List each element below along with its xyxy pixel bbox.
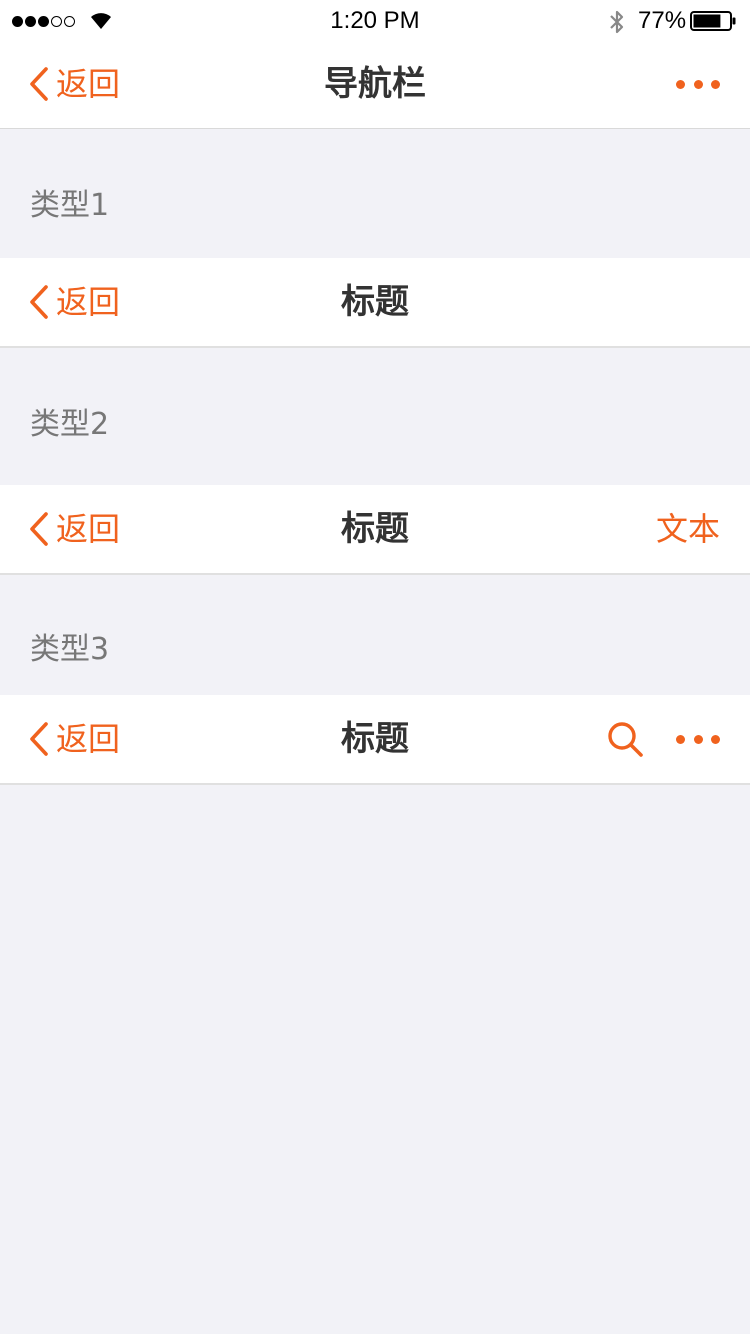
back-label: 返回 bbox=[56, 510, 121, 548]
navbar-title: 标题 bbox=[341, 282, 409, 322]
section-label-type1: 类型1 bbox=[30, 188, 110, 223]
navbar-example-type1: 返回 标题 bbox=[0, 258, 750, 348]
status-bar: 1:20 PM 77% bbox=[0, 0, 750, 40]
chevron-left-icon bbox=[30, 285, 48, 319]
section-label-type3: 类型3 bbox=[30, 632, 110, 667]
back-label: 返回 bbox=[56, 283, 121, 321]
battery-percent: 77% bbox=[638, 7, 687, 34]
back-button[interactable]: 返回 bbox=[28, 40, 120, 128]
chevron-left-icon bbox=[30, 512, 48, 546]
navbar-example-type2: 返回 标题 文本 bbox=[0, 485, 750, 575]
battery-icon bbox=[690, 11, 736, 31]
bluetooth-icon bbox=[610, 10, 624, 34]
more-dots-icon bbox=[676, 79, 685, 89]
main-navbar: 返回 导航栏 bbox=[0, 40, 750, 129]
chevron-left-icon bbox=[30, 67, 48, 101]
navbar-title: 标题 bbox=[341, 719, 409, 759]
back-label: 返回 bbox=[56, 720, 121, 758]
navbar-title: 标题 bbox=[341, 509, 409, 549]
back-button[interactable]: 返回 bbox=[28, 258, 120, 346]
back-button[interactable]: 返回 bbox=[28, 695, 120, 783]
page-title: 导航栏 bbox=[324, 64, 426, 104]
search-icon[interactable] bbox=[605, 719, 645, 759]
more-dots-icon bbox=[676, 734, 685, 744]
back-button[interactable]: 返回 bbox=[28, 485, 120, 573]
more-button[interactable] bbox=[676, 695, 720, 783]
right-text-button[interactable]: 文本 bbox=[656, 485, 720, 573]
section-label-type2: 类型2 bbox=[30, 407, 110, 442]
back-label: 返回 bbox=[56, 65, 121, 103]
navbar-example-type3: 返回 标题 bbox=[0, 695, 750, 785]
chevron-left-icon bbox=[30, 722, 48, 756]
more-button[interactable] bbox=[676, 40, 720, 128]
